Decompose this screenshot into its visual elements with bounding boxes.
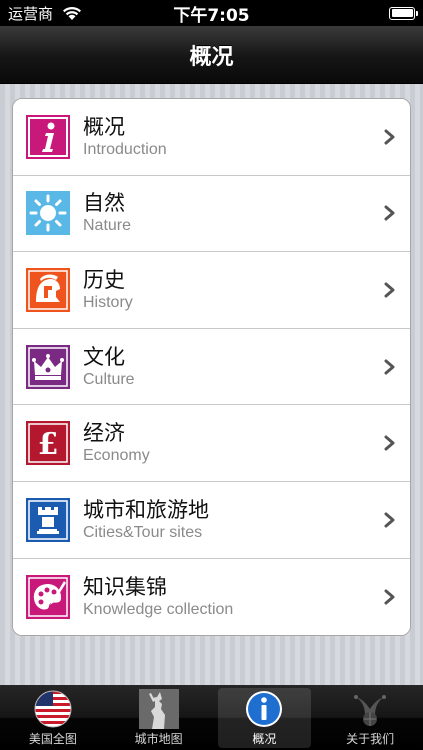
tab-overview[interactable]: 概况 bbox=[212, 685, 318, 750]
menu-list: 概况 Introduction 自然 Nature 历史 History 文化 … bbox=[12, 98, 411, 637]
content-area[interactable]: 概况 Introduction 自然 Nature 历史 History 文化 … bbox=[0, 84, 423, 685]
pound-icon: £ bbox=[26, 421, 70, 466]
info-circle-icon bbox=[246, 691, 283, 727]
svg-text:£: £ bbox=[38, 427, 59, 462]
status-bar: 运营商 下午7:05 bbox=[0, 0, 423, 26]
tab-us-map[interactable]: 美国全图 bbox=[0, 685, 106, 750]
battery-icon bbox=[389, 6, 418, 20]
palette-icon bbox=[26, 574, 70, 619]
menu-item-introduction[interactable]: 概况 Introduction bbox=[13, 99, 410, 176]
jester-hat-icon bbox=[354, 695, 387, 726]
tab-label: 美国全图 bbox=[28, 732, 77, 746]
statue-of-liberty-icon bbox=[138, 689, 179, 729]
menu-item-subtitle: Introduction bbox=[83, 140, 167, 158]
tab-label: 关于我们 bbox=[346, 732, 395, 746]
menu-item-title: 知识集锦 bbox=[83, 574, 167, 599]
navigation-bar: 概况 bbox=[0, 26, 423, 84]
chevron-right-icon bbox=[384, 205, 395, 221]
menu-item-knowledge-collection[interactable]: 知识集锦 Knowledge collection bbox=[13, 558, 410, 636]
menu-item-title: 历史 bbox=[83, 267, 125, 292]
rook-icon bbox=[26, 497, 70, 542]
us-flag-globe-icon bbox=[34, 690, 72, 728]
tab-label: 城市地图 bbox=[134, 732, 183, 746]
menu-item-cities-tour-sites[interactable]: 城市和旅游地 Cities&Tour sites bbox=[13, 481, 410, 559]
tab-about-us[interactable]: 关于我们 bbox=[317, 685, 423, 750]
menu-item-title: 自然 bbox=[83, 191, 125, 216]
menu-item-nature[interactable]: 自然 Nature bbox=[13, 175, 410, 253]
chevron-right-icon bbox=[384, 589, 395, 605]
tab-city-map[interactable]: 城市地图 bbox=[106, 685, 212, 750]
menu-item-subtitle: Nature bbox=[83, 217, 132, 235]
menu-item-title: 经济 bbox=[83, 421, 125, 446]
chevron-right-icon bbox=[384, 435, 395, 451]
chevron-right-icon bbox=[384, 129, 395, 145]
menu-item-subtitle: Economy bbox=[83, 447, 150, 465]
carrier-label: 运营商 bbox=[8, 4, 54, 23]
menu-item-subtitle: Knowledge collection bbox=[83, 600, 234, 618]
chevron-right-icon bbox=[384, 359, 395, 375]
wifi-icon bbox=[63, 6, 82, 20]
menu-item-title: 城市和旅游地 bbox=[83, 497, 209, 522]
page-title: 概况 bbox=[189, 44, 234, 70]
menu-item-subtitle: Cities&Tour sites bbox=[83, 523, 203, 541]
chevron-right-icon bbox=[384, 512, 395, 528]
menu-item-subtitle: History bbox=[83, 293, 133, 311]
info-icon bbox=[26, 114, 70, 159]
sun-icon bbox=[26, 191, 70, 236]
tab-bar: 美国全图 城市地图 概况 关于我们 bbox=[0, 685, 423, 750]
tab-label: 概况 bbox=[252, 732, 277, 746]
menu-item-title: 文化 bbox=[83, 344, 125, 369]
chevron-right-icon bbox=[384, 282, 395, 298]
crown-icon bbox=[26, 344, 70, 389]
status-left: 运营商 bbox=[8, 3, 83, 24]
menu-item-culture[interactable]: 文化 Culture bbox=[13, 328, 410, 406]
spartan-helmet-icon bbox=[26, 267, 70, 312]
menu-item-history[interactable]: 历史 History bbox=[13, 252, 410, 329]
menu-item-economy[interactable]: £ 经济 Economy bbox=[13, 405, 410, 482]
menu-item-subtitle: Culture bbox=[83, 370, 135, 388]
menu-item-title: 概况 bbox=[83, 114, 125, 139]
